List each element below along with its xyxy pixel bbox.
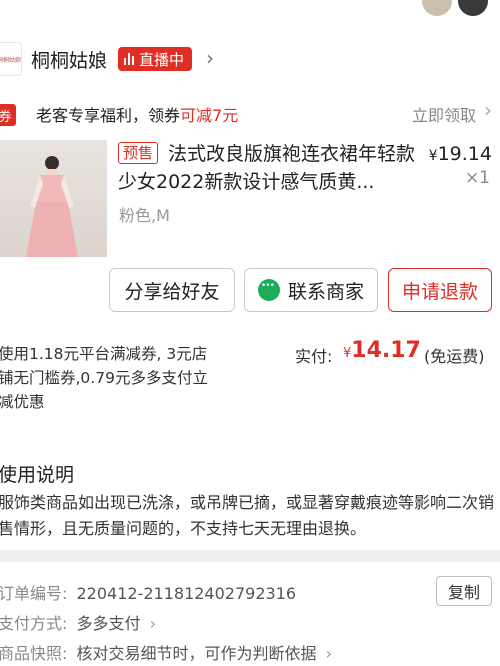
price-symbol: ¥ [428,148,438,164]
live-label: 直播中 [139,50,185,69]
product-quantity: ×1 [464,168,490,188]
pay-method-value: 多多支付 [76,614,141,633]
order-number-label: 订单编号: [0,584,68,603]
top-strip [0,0,500,34]
paid-amount: ¥14.17 [343,338,421,363]
paid-value: 14.17 [351,338,421,363]
product-spec: 粉色,M [119,206,170,225]
paid-label: 实付: [295,347,333,366]
coupon-tag: 券 [0,104,16,126]
product-title[interactable]: 法式改良版旗袍连衣裙年轻款少女2022新款设计感气质黄... [118,140,418,196]
coupon-row[interactable]: 券 老客专享福利，领券可减7元 立即领取 › [0,84,500,134]
share-button[interactable]: 分享给好友 [109,268,235,312]
coupon-text-prefix: 老客专享福利，领券 [36,106,181,125]
instructions-card: 使用说明 服饰类商品如出现已洗涤，或吊牌已摘，或显著穿戴痕迹等影响二次销售情形，… [0,446,500,550]
instructions-body: 服饰类商品如出现已洗涤，或吊牌已摘，或显著穿戴痕迹等影响二次销售情形，且无质量问… [0,493,495,538]
chevron-right-icon: › [484,98,492,122]
product-price: ¥19.14 [429,143,492,165]
shop-header[interactable]: 桐桐姑娘 桐桐姑娘 直播中 › [0,34,500,84]
avatar [422,0,452,16]
refund-label: 申请退款 [401,280,478,303]
chevron-right-icon: › [325,644,333,663]
discount-summary: 使用1.18元平台满减券, 3元店铺无门槛券,0.79元多多支付立减优惠 [0,345,208,411]
price-value: 19.14 [437,143,492,165]
pay-method-label: 支付方式: [0,614,68,633]
share-label: 分享给好友 [124,280,220,303]
contact-seller-button[interactable]: 联系商家 [244,268,378,312]
order-card: 券 老客专享福利，领券可减7元 立即领取 › 预售 法式改良版旗袍连衣裙年轻款少… [0,84,500,460]
coupon-text-highlight: 可减7元 [180,106,239,125]
snapshot-label: 商品快照: [0,644,68,663]
product-image[interactable] [0,140,107,257]
order-number-value: 220412-211812402792316 [76,584,297,603]
instructions-title: 使用说明 [0,464,75,486]
live-icon [124,53,134,65]
copy-button[interactable]: 复制 [436,576,492,606]
copy-label: 复制 [447,583,480,602]
shop-logo: 桐桐姑娘 [0,42,22,76]
live-badge[interactable]: 直播中 [118,47,193,71]
claim-label: 立即领取 [411,106,476,125]
avatar [458,0,488,16]
chevron-right-icon: › [206,46,214,70]
snapshot-value: 核对交易细节时，可作为判断依据 [76,644,317,663]
coupon-text: 老客专享福利，领券可减7元 [36,102,238,126]
order-number-row: 订单编号: 220412-211812402792316 [0,580,296,604]
chevron-right-icon: › [149,614,157,633]
pay-method-row[interactable]: 支付方式: 多多支付 › [0,610,156,634]
top-avatars [422,0,488,16]
shop-name[interactable]: 桐桐姑娘 [31,46,107,73]
dress-illustration [26,156,78,257]
contact-label: 联系商家 [287,280,364,303]
order-info-card: 订单编号: 220412-211812402792316 复制 支付方式: 多多… [0,562,500,666]
claim-coupon-link[interactable]: 立即领取 [412,102,476,126]
chat-icon [257,279,280,301]
shipping-note: (免运费) [424,347,485,366]
snapshot-row[interactable]: 商品快照: 核对交易细节时，可作为判断依据 › [0,640,332,664]
refund-button[interactable]: 申请退款 [388,268,492,312]
